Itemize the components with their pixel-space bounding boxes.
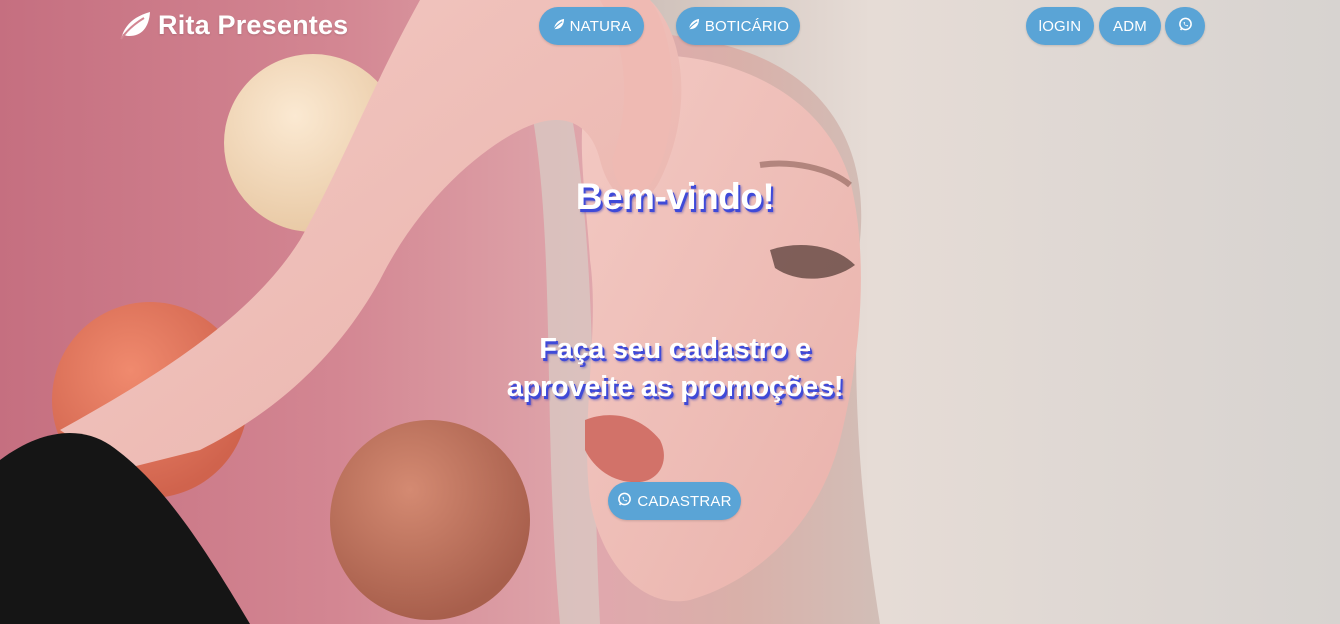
nav-natura-label: NATURA bbox=[569, 17, 632, 35]
hero-subline: Faça seu cadastro e aproveite as promoçõ… bbox=[455, 330, 895, 406]
leaf-icon bbox=[687, 18, 700, 35]
cadastrar-button[interactable]: CADASTRAR bbox=[608, 482, 741, 520]
nav-login-label: lOGIN bbox=[1038, 17, 1082, 35]
hero-background bbox=[0, 0, 1340, 624]
whatsapp-icon bbox=[617, 492, 632, 511]
nav-adm-button[interactable]: ADM bbox=[1099, 7, 1161, 45]
nav-login-button[interactable]: lOGIN bbox=[1026, 7, 1094, 45]
nav-adm-label: ADM bbox=[1113, 17, 1147, 35]
nav-boticario-label: BOTICÁRIO bbox=[704, 17, 790, 35]
cadastrar-label: CADASTRAR bbox=[637, 492, 732, 510]
hero-photo bbox=[0, 0, 1340, 624]
leaf-icon bbox=[118, 9, 152, 41]
hero-subline-line-2: aproveite as promoções! bbox=[506, 371, 844, 403]
brand-logo[interactable]: Rita Presentes bbox=[118, 8, 348, 42]
brand-name: Rita Presentes bbox=[158, 9, 349, 40]
nav-whatsapp-button[interactable] bbox=[1165, 7, 1205, 45]
whatsapp-icon bbox=[1178, 17, 1193, 36]
hero-headline: Bem-vindo! bbox=[575, 176, 775, 217]
leaf-icon bbox=[552, 18, 565, 35]
nav-boticario-button[interactable]: BOTICÁRIO bbox=[676, 7, 800, 45]
hero-subline-line-1: Faça seu cadastro e bbox=[539, 333, 811, 365]
nav-natura-button[interactable]: NATURA bbox=[539, 7, 644, 45]
